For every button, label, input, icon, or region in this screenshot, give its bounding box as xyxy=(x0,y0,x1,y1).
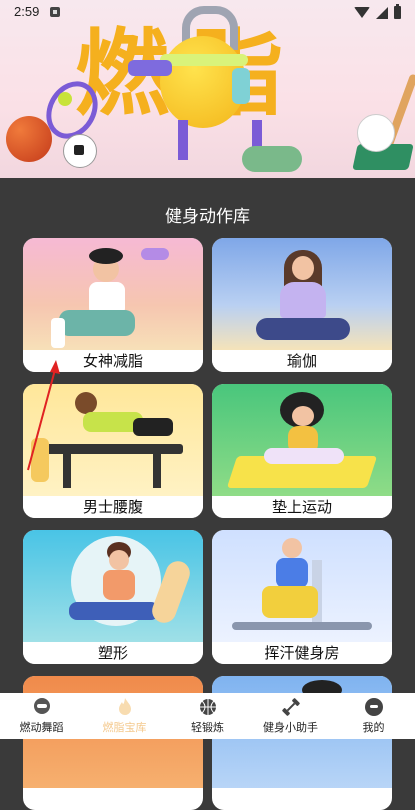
nav-light-exercise[interactable]: 轻锻炼 xyxy=(166,693,249,739)
body-shaping-illustration xyxy=(23,530,203,642)
person-shorts xyxy=(133,418,173,436)
yoga-illustration xyxy=(212,238,392,350)
yoga-mat-icon xyxy=(242,146,302,172)
goddess-fat-loss-illustration xyxy=(23,238,203,350)
dumbbell-illustration xyxy=(141,248,169,260)
nav-label: 健身小助手 xyxy=(263,721,318,734)
baseball-icon xyxy=(357,114,395,152)
person-head xyxy=(282,538,302,558)
nav-label: 我的 xyxy=(362,721,385,734)
bench-leg xyxy=(153,454,161,488)
fitness-banner[interactable]: 燃脂 xyxy=(0,0,415,178)
gym-illustration xyxy=(212,530,392,642)
bench-leg xyxy=(63,454,71,488)
person-head xyxy=(75,392,97,414)
treadmill-belt xyxy=(232,622,372,630)
person-shirt xyxy=(276,558,308,588)
nav-label: 轻锻炼 xyxy=(191,721,224,734)
card-body-shaping[interactable]: 塑形 xyxy=(23,530,203,664)
nav-label: 燃脂宝库 xyxy=(102,721,147,734)
dumbbell-icon xyxy=(281,698,300,716)
status-icons xyxy=(354,4,401,19)
card-label: 塑形 xyxy=(23,642,203,664)
annotation-arrow xyxy=(27,360,60,471)
card-goddess-fat-loss[interactable]: 女神减脂 xyxy=(23,238,203,372)
nav-fitness-assistant[interactable]: 健身小助手 xyxy=(249,693,332,739)
nav-profile[interactable]: 我的 xyxy=(332,693,415,739)
person-head xyxy=(292,256,314,280)
flame-icon xyxy=(118,698,131,715)
mat-exercise-illustration xyxy=(212,384,392,496)
water-bottle xyxy=(232,68,250,104)
person-legs xyxy=(59,310,135,336)
notification-icon xyxy=(50,7,60,17)
person-head xyxy=(292,406,314,426)
signal-icon xyxy=(376,6,388,19)
person-top xyxy=(103,570,135,600)
person-legs xyxy=(262,586,318,618)
card-label: 男士腰腹 xyxy=(23,496,203,518)
bottom-navigation: 燃动舞蹈 燃脂宝库 轻锻炼 健身小助手 我的 xyxy=(0,693,415,739)
card-label: 瑜伽 xyxy=(212,350,392,372)
person-legs xyxy=(256,318,350,340)
status-time: 2:59 xyxy=(14,4,40,19)
battery-icon xyxy=(394,4,401,19)
person-sock xyxy=(51,318,65,348)
dumbbell-illustration xyxy=(128,60,172,76)
nav-fat-burn-library[interactable]: 燃脂宝库 xyxy=(83,693,166,739)
person-hair xyxy=(89,248,123,264)
section-title: 健身动作库 xyxy=(165,207,250,227)
card-label: 垫上运动 xyxy=(212,496,392,518)
profile-icon xyxy=(364,698,383,716)
dance-icon xyxy=(33,698,50,714)
basketball-icon xyxy=(199,699,216,715)
person-top xyxy=(280,282,326,318)
card-mat-exercise[interactable]: 垫上运动 xyxy=(212,384,392,518)
person-legs xyxy=(264,448,344,464)
wifi-icon xyxy=(354,7,370,18)
headband xyxy=(160,54,248,66)
nav-label: 燃动舞蹈 xyxy=(19,721,64,734)
person-head xyxy=(109,550,129,570)
status-bar: 2:59 xyxy=(0,0,415,26)
card-yoga[interactable]: 瑜伽 xyxy=(212,238,392,372)
basketball-icon xyxy=(6,116,52,162)
card-gym[interactable]: 挥汗健身房 xyxy=(212,530,392,664)
person-legs xyxy=(69,602,159,620)
card-label: 挥汗健身房 xyxy=(212,642,392,664)
nav-dance[interactable]: 燃动舞蹈 xyxy=(0,693,83,739)
tennis-ball-icon xyxy=(58,92,72,106)
soccer-ball-icon xyxy=(63,134,97,168)
bench-illustration xyxy=(43,444,183,454)
